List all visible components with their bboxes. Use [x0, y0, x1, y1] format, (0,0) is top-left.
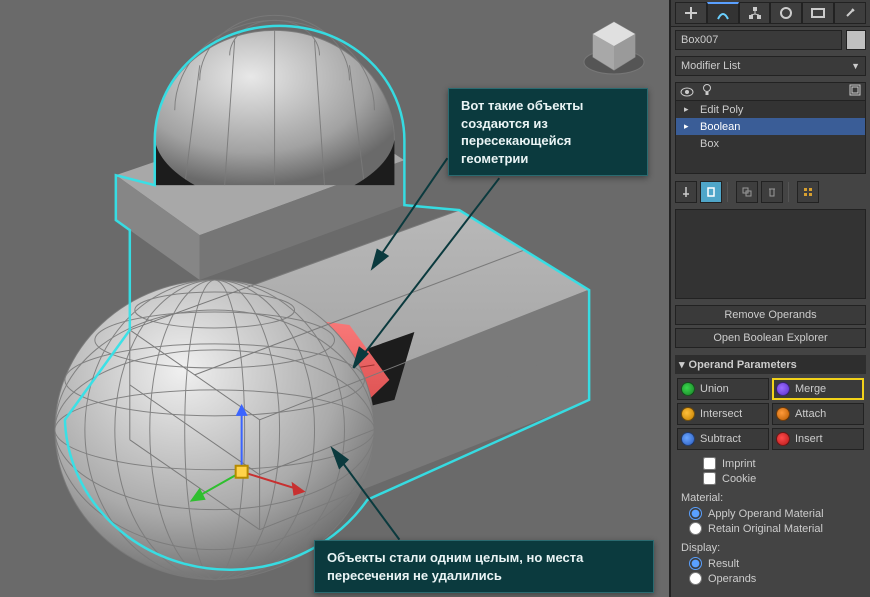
rollout-title: Operand Parameters: [689, 359, 797, 371]
radio-label: Result: [708, 558, 739, 570]
subtract-icon: [681, 432, 695, 446]
callout-bottom: Объекты стали одним целым, но места пере…: [314, 540, 654, 593]
stack-item-label: Edit Poly: [700, 104, 743, 116]
show-end-result-button[interactable]: [700, 181, 722, 203]
radio-label: Operands: [708, 573, 756, 585]
modifier-list-dropdown[interactable]: Modifier List ▼: [675, 56, 866, 76]
radio-apply-material[interactable]: Apply Operand Material: [689, 506, 864, 521]
remove-modifier-button[interactable]: [761, 181, 783, 203]
viewcube[interactable]: [579, 12, 649, 82]
stack-item-label: Boolean: [700, 121, 740, 133]
display-operands-radio[interactable]: [689, 572, 702, 585]
op-label: Merge: [795, 383, 826, 395]
command-panel: Modifier List ▼ ▸ Edit Poly ▸ Boolean Bo…: [670, 0, 870, 597]
op-merge-button[interactable]: Merge: [772, 378, 864, 400]
display-result-radio[interactable]: [689, 557, 702, 570]
intersect-icon: [681, 407, 695, 421]
op-intersect-button[interactable]: Intersect: [677, 403, 769, 425]
stack-config-icon[interactable]: [849, 84, 861, 99]
make-unique-button[interactable]: [736, 181, 758, 203]
tab-modify[interactable]: [707, 2, 739, 24]
operands-list[interactable]: [675, 209, 866, 299]
radio-display-result[interactable]: Result: [689, 556, 864, 571]
material-label: Material:: [675, 488, 866, 504]
callout-top: Вот такие объекты создаются из пересекаю…: [448, 88, 648, 176]
chk-label: Cookie: [722, 473, 756, 485]
union-icon: [681, 382, 695, 396]
op-attach-button[interactable]: Attach: [772, 403, 864, 425]
op-label: Union: [700, 383, 729, 395]
op-insert-button[interactable]: Insert: [772, 428, 864, 450]
object-color-swatch[interactable]: [846, 30, 866, 50]
tab-hierarchy[interactable]: [739, 2, 771, 24]
op-subtract-button[interactable]: Subtract: [677, 428, 769, 450]
eye-icon: [680, 87, 694, 97]
expand-icon: ▸: [684, 104, 694, 115]
radio-retain-material[interactable]: Retain Original Material: [689, 521, 864, 536]
stack-header: [676, 83, 865, 101]
tab-create[interactable]: [675, 2, 707, 24]
viewport[interactable]: Вот такие объекты создаются из пересекаю…: [0, 0, 670, 597]
op-union-button[interactable]: Union: [677, 378, 769, 400]
apply-material-radio[interactable]: [689, 507, 702, 520]
tab-motion[interactable]: [770, 2, 802, 24]
op-label: Insert: [795, 433, 823, 445]
imprint-checkbox[interactable]: [703, 457, 716, 470]
stack-item-edit-poly[interactable]: ▸ Edit Poly: [676, 101, 865, 118]
chk-imprint[interactable]: Imprint: [703, 456, 864, 471]
attach-icon: [776, 407, 790, 421]
object-name-field[interactable]: [675, 30, 842, 50]
modifier-list-label: Modifier List: [681, 60, 740, 72]
merge-icon: [776, 382, 790, 396]
chk-label: Imprint: [722, 458, 756, 470]
radio-display-operands[interactable]: Operands: [689, 571, 864, 586]
insert-icon: [776, 432, 790, 446]
radio-label: Apply Operand Material: [708, 508, 824, 520]
pin-stack-button[interactable]: [675, 181, 697, 203]
tab-utilities[interactable]: [834, 2, 866, 24]
command-tabs: [671, 0, 870, 27]
retain-material-radio[interactable]: [689, 522, 702, 535]
display-label: Display:: [675, 538, 866, 554]
open-boolean-explorer-button[interactable]: Open Boolean Explorer: [675, 328, 866, 348]
tab-display[interactable]: [802, 2, 834, 24]
op-label: Intersect: [700, 408, 742, 420]
op-label: Attach: [795, 408, 826, 420]
cookie-checkbox[interactable]: [703, 472, 716, 485]
stack-item-boolean[interactable]: ▸ Boolean: [676, 118, 865, 135]
modifier-stack[interactable]: ▸ Edit Poly ▸ Boolean Box: [675, 82, 866, 174]
op-label: Subtract: [700, 433, 741, 445]
bulb-icon: [702, 84, 712, 99]
stack-item-box[interactable]: Box: [676, 135, 865, 152]
chevron-down-icon: ▼: [851, 61, 860, 71]
stack-item-label: Box: [700, 138, 719, 150]
configure-modifier-sets-button[interactable]: [797, 181, 819, 203]
stack-toolbar: [675, 181, 866, 203]
rollout-collapse-icon: ▾: [679, 358, 685, 371]
rollout-operand-parameters[interactable]: ▾ Operand Parameters: [675, 355, 866, 374]
expand-icon: ▸: [684, 121, 694, 132]
chk-cookie[interactable]: Cookie: [703, 471, 864, 486]
remove-operands-button[interactable]: Remove Operands: [675, 305, 866, 325]
radio-label: Retain Original Material: [708, 523, 823, 535]
